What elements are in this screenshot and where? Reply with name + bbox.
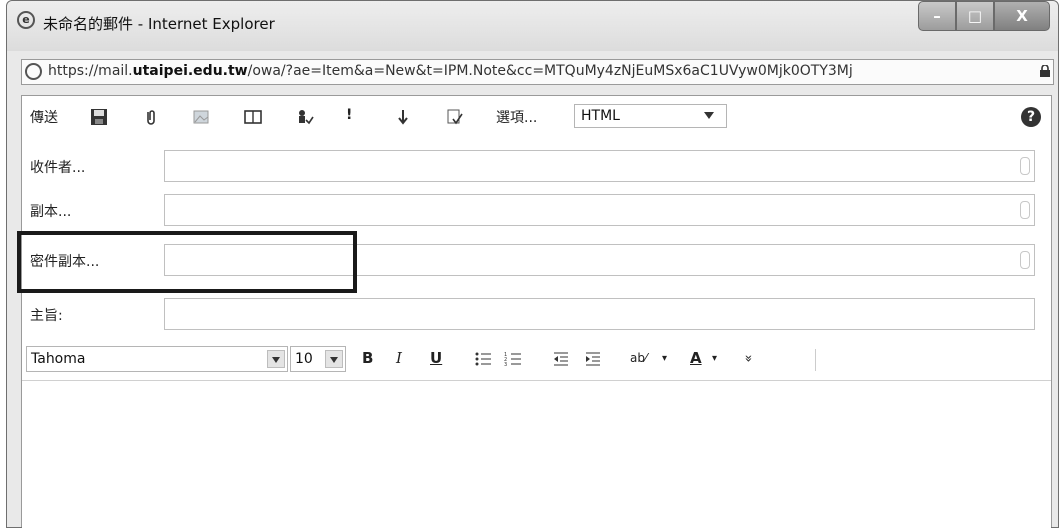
font-color-button[interactable]: A: [690, 349, 702, 367]
more-options-button[interactable]: »: [740, 355, 755, 363]
address-bar[interactable]: https://mail.utaipei.edu.tw/owa/?ae=Item…: [21, 59, 1054, 85]
attach-icon[interactable]: [142, 108, 160, 126]
lock-icon: [1040, 65, 1050, 77]
chevron-down-icon[interactable]: [267, 350, 285, 368]
message-format-select[interactable]: HTML: [574, 104, 727, 128]
cc-input[interactable]: [164, 194, 1035, 226]
message-body[interactable]: [22, 380, 1051, 529]
low-importance-icon[interactable]: [394, 108, 412, 126]
maximize-button[interactable]: □: [956, 1, 994, 31]
chevron-down-icon[interactable]: ▾: [662, 353, 667, 364]
spell-check-icon[interactable]: [446, 108, 464, 126]
subject-label: 主旨:: [30, 308, 63, 324]
window-title: 未命名的郵件 - Internet Explorer: [43, 15, 275, 33]
high-importance-icon[interactable]: !: [346, 107, 352, 123]
title-bar: e 未命名的郵件 - Internet Explorer – □ X: [7, 1, 1058, 51]
scroll-spinner-icon[interactable]: [1020, 201, 1030, 219]
cc-button[interactable]: 副本...: [30, 201, 71, 221]
format-toolbar: Tahoma 10 B I U 123 ab⁄ ▾ A ▾ »: [22, 346, 1051, 376]
chevron-down-icon: [704, 112, 714, 119]
to-row: 收件者...: [22, 150, 1051, 182]
send-button[interactable]: 傳送: [30, 107, 58, 127]
url-domain: utaipei.edu.tw: [132, 63, 248, 79]
help-icon[interactable]: ?: [1021, 107, 1041, 127]
message-format-value: HTML: [581, 108, 620, 124]
options-button[interactable]: 選項...: [496, 107, 537, 127]
minimize-button[interactable]: –: [918, 1, 956, 31]
check-names-icon[interactable]: [296, 108, 314, 126]
close-button[interactable]: X: [994, 1, 1050, 31]
insert-image-icon[interactable]: [192, 108, 210, 126]
increase-indent-icon[interactable]: [584, 350, 602, 368]
chevron-down-icon[interactable]: [325, 350, 343, 368]
subject-row: 主旨:: [22, 298, 1051, 330]
url-prefix: https://mail.: [48, 63, 133, 79]
chevron-down-icon[interactable]: ▾: [712, 353, 717, 364]
underline-button[interactable]: U: [430, 349, 442, 367]
font-select[interactable]: Tahoma: [26, 346, 288, 372]
scroll-spinner-icon[interactable]: [1020, 157, 1030, 175]
scroll-spinner-icon[interactable]: [1020, 251, 1030, 269]
highlight-button[interactable]: ab⁄: [630, 351, 647, 365]
compose-toolbar: 傳送 ! 選項... HTML ?: [22, 104, 1051, 130]
font-size-value: 10: [295, 351, 313, 367]
save-icon[interactable]: [90, 108, 108, 126]
annotation-highlight-box: [17, 231, 357, 293]
address-book-icon[interactable]: [244, 108, 262, 126]
ie-window: e 未命名的郵件 - Internet Explorer – □ X https…: [6, 0, 1059, 529]
toolbar-divider: [815, 349, 816, 371]
font-size-select[interactable]: 10: [290, 346, 346, 372]
window-controls: – □ X: [918, 1, 1050, 33]
subject-input[interactable]: [164, 298, 1035, 330]
ie-page-icon: [25, 63, 42, 80]
to-button[interactable]: 收件者...: [30, 157, 85, 177]
ie-logo-icon: e: [17, 11, 35, 29]
numbered-list-icon[interactable]: 123: [504, 350, 522, 368]
to-input[interactable]: [164, 150, 1035, 182]
url-text[interactable]: https://mail.utaipei.edu.tw/owa/?ae=Item…: [48, 63, 1038, 79]
bullet-list-icon[interactable]: [474, 350, 492, 368]
svg-text:3: 3: [504, 362, 507, 368]
url-path: /owa/?ae=Item&a=New&t=IPM.Note&cc=MTQuMy…: [247, 63, 853, 79]
compose-pane: 傳送 ! 選項... HTML ? 收件者... 副本... 密件副本... 主…: [21, 95, 1052, 529]
bold-button[interactable]: B: [362, 349, 373, 367]
italic-button[interactable]: I: [396, 349, 402, 367]
cc-row: 副本...: [22, 194, 1051, 226]
font-value: Tahoma: [31, 351, 86, 367]
decrease-indent-icon[interactable]: [552, 350, 570, 368]
